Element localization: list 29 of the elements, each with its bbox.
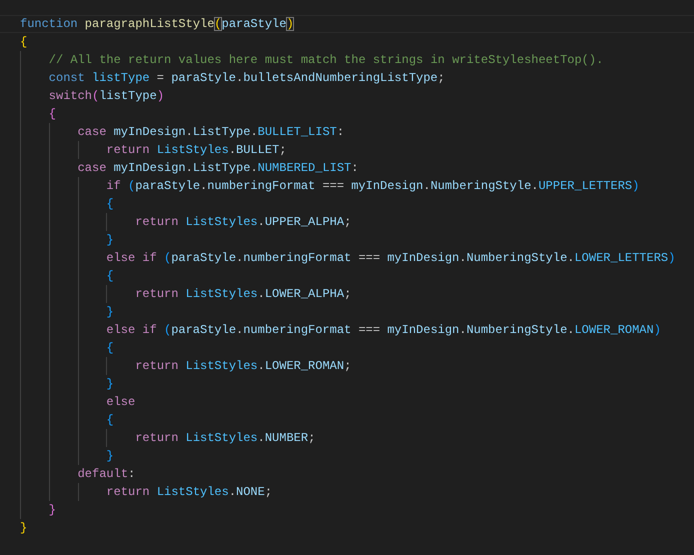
code-line: return ListStyles.BULLET; [106, 143, 286, 157]
code-line: } [106, 377, 114, 391]
code-line: { [20, 35, 28, 49]
code-line: // All the return values here must match the strings in writeStylesheetTop(). [48, 53, 604, 67]
code-line: { [106, 269, 114, 283]
code-line: default: [78, 467, 136, 481]
code-line: case myInDesign.ListType.NUMBERED_LIST: [78, 161, 358, 175]
code-line: return ListStyles.LOWER_ALPHA; [135, 287, 352, 301]
code-line: } [48, 503, 56, 517]
code-line: } [106, 305, 114, 319]
code-line: case myInDesign.ListType.BULLET_LIST: [78, 125, 344, 139]
code-line: } [106, 449, 114, 463]
code-line: return ListStyles.NONE; [106, 485, 272, 499]
code-line: if (paraStyle.numberingFormat === myInDesign.NumberingStyle.UPPER_LETTERS) [106, 179, 640, 193]
code-line: const listType = paraStyle.bulletsAndNumberingListType; [48, 71, 445, 85]
code-line: else [106, 395, 136, 409]
code-line: return ListStyles.NUMBER; [135, 431, 316, 445]
code-line: { [106, 341, 114, 355]
code-line: else if (paraStyle.numberingFormat === myInDesign.NumberingStyle.LOWER_ROMAN) [106, 323, 661, 337]
code-line: function paragraphListStyle(paraStyle) [20, 17, 294, 31]
code-line: return ListStyles.UPPER_ALPHA; [135, 215, 352, 229]
code-line: { [106, 197, 114, 211]
code-line: } [20, 521, 28, 535]
code-line: else if (paraStyle.numberingFormat === myInDesign.NumberingStyle.LOWER_LETTERS) [106, 251, 676, 265]
code-line: } [106, 233, 114, 247]
code-line: return ListStyles.LOWER_ROMAN; [135, 359, 352, 373]
code-line: switch(listType) [48, 89, 164, 103]
code-line: { [48, 107, 56, 121]
code-line: { [106, 413, 114, 427]
